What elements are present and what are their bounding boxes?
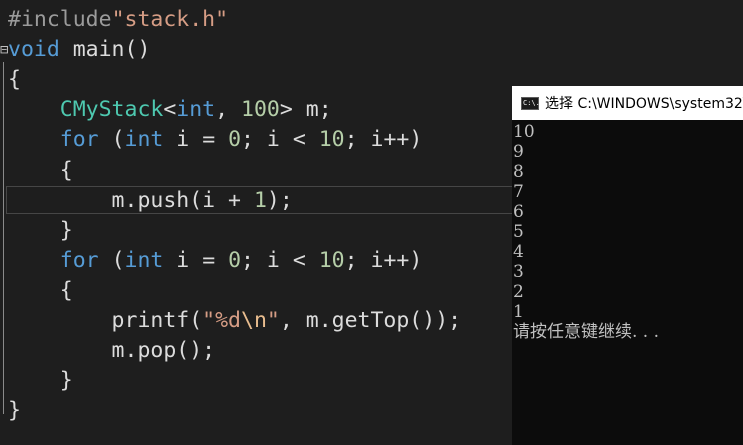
code-line[interactable]: m.push(i + 1); bbox=[8, 186, 293, 216]
code-token: { bbox=[8, 157, 73, 183]
code-line[interactable]: CMyStack<int, 100> m; bbox=[8, 95, 332, 125]
fold-guide bbox=[3, 62, 4, 414]
code-token: main() bbox=[59, 37, 151, 63]
console-output-line: 3 bbox=[513, 262, 524, 282]
code-line[interactable]: { bbox=[8, 156, 73, 186]
code-token: int bbox=[124, 247, 164, 273]
console-window[interactable]: C:\. 选择 C:\WINDOWS\system32\cmd.exe 1098… bbox=[512, 86, 743, 445]
code-token: { bbox=[8, 277, 73, 303]
code-token: ( bbox=[98, 127, 125, 153]
code-token: 0 bbox=[228, 247, 242, 273]
code-token: i = bbox=[163, 127, 229, 153]
code-token: 1 bbox=[253, 187, 267, 213]
console-output-line: 请按任意键继续. . . bbox=[513, 322, 660, 342]
console-titlebar[interactable]: C:\. 选择 C:\WINDOWS\system32\cmd.exe bbox=[512, 86, 743, 120]
console-output-line: 9 bbox=[513, 142, 524, 162]
code-token: { bbox=[8, 67, 21, 93]
code-line[interactable]: for (int i = 0; i < 10; i++) bbox=[8, 246, 423, 276]
code-line[interactable]: printf("%d\n", m.getTop()); bbox=[8, 306, 462, 336]
code-token: "stack.h" bbox=[111, 7, 229, 32]
code-token: > m; bbox=[279, 97, 332, 123]
code-token: ; i++) bbox=[344, 247, 423, 273]
code-token: i = bbox=[163, 247, 229, 273]
code-token: for bbox=[59, 127, 99, 153]
code-token: CMyStack bbox=[59, 97, 164, 123]
console-output-line: 2 bbox=[513, 282, 524, 302]
code-token: } bbox=[8, 368, 73, 394]
code-token: "%d bbox=[202, 308, 242, 333]
collapse-icon[interactable]: ⊟ bbox=[0, 42, 8, 58]
code-line[interactable]: } bbox=[8, 216, 73, 246]
code-token: } bbox=[8, 217, 73, 243]
code-line[interactable]: #include"stack.h" bbox=[8, 5, 228, 35]
code-token: ; i < bbox=[241, 127, 319, 153]
code-token: < bbox=[163, 97, 177, 123]
console-output-line: 7 bbox=[513, 182, 524, 202]
code-line[interactable]: m.pop(); bbox=[8, 336, 216, 366]
code-token: 10 bbox=[318, 247, 345, 273]
console-output-line: 8 bbox=[513, 162, 524, 182]
console-title: 选择 C:\WINDOWS\system32\cmd.exe bbox=[545, 96, 743, 112]
code-line[interactable]: { bbox=[8, 65, 21, 95]
code-token: ); bbox=[266, 187, 293, 213]
code-token: printf( bbox=[8, 308, 203, 333]
console-output-line: 10 bbox=[513, 122, 535, 142]
code-token: ; i < bbox=[241, 247, 319, 273]
code-token: ( bbox=[98, 247, 125, 273]
code-token: , m.getTop()); bbox=[279, 308, 462, 333]
console-app-icon: C:\. bbox=[521, 96, 540, 110]
code-token: for bbox=[59, 247, 99, 273]
code-token: " bbox=[266, 308, 280, 333]
console-output-line: 5 bbox=[513, 222, 524, 242]
code-token: 10 bbox=[318, 127, 345, 153]
code-token: void bbox=[8, 37, 60, 63]
code-token: \n bbox=[241, 308, 267, 333]
console-output-line: 4 bbox=[513, 242, 524, 262]
code-token: 100 bbox=[241, 97, 280, 123]
code-token: } bbox=[8, 398, 21, 424]
code-line[interactable]: } bbox=[8, 396, 21, 426]
code-token: ; i++) bbox=[344, 127, 423, 153]
code-token: int bbox=[124, 127, 164, 153]
code-token: #include bbox=[8, 7, 112, 32]
screen: ⊟ #include"stack.h" void main(){ CMyStack… bbox=[0, 0, 743, 445]
code-line[interactable]: for (int i = 0; i < 10; i++) bbox=[8, 125, 423, 155]
console-output-line: 6 bbox=[513, 202, 524, 222]
code-line[interactable]: { bbox=[8, 276, 73, 306]
code-line[interactable]: void main() bbox=[8, 35, 150, 65]
code-token: m.push(i + bbox=[8, 187, 254, 213]
code-token: int bbox=[176, 97, 216, 123]
code-line[interactable]: } bbox=[8, 366, 73, 396]
console-output-line: 1 bbox=[513, 302, 524, 322]
code-token: m.pop(); bbox=[8, 338, 216, 364]
code-token: , bbox=[215, 97, 242, 123]
code-token: 0 bbox=[228, 127, 242, 153]
